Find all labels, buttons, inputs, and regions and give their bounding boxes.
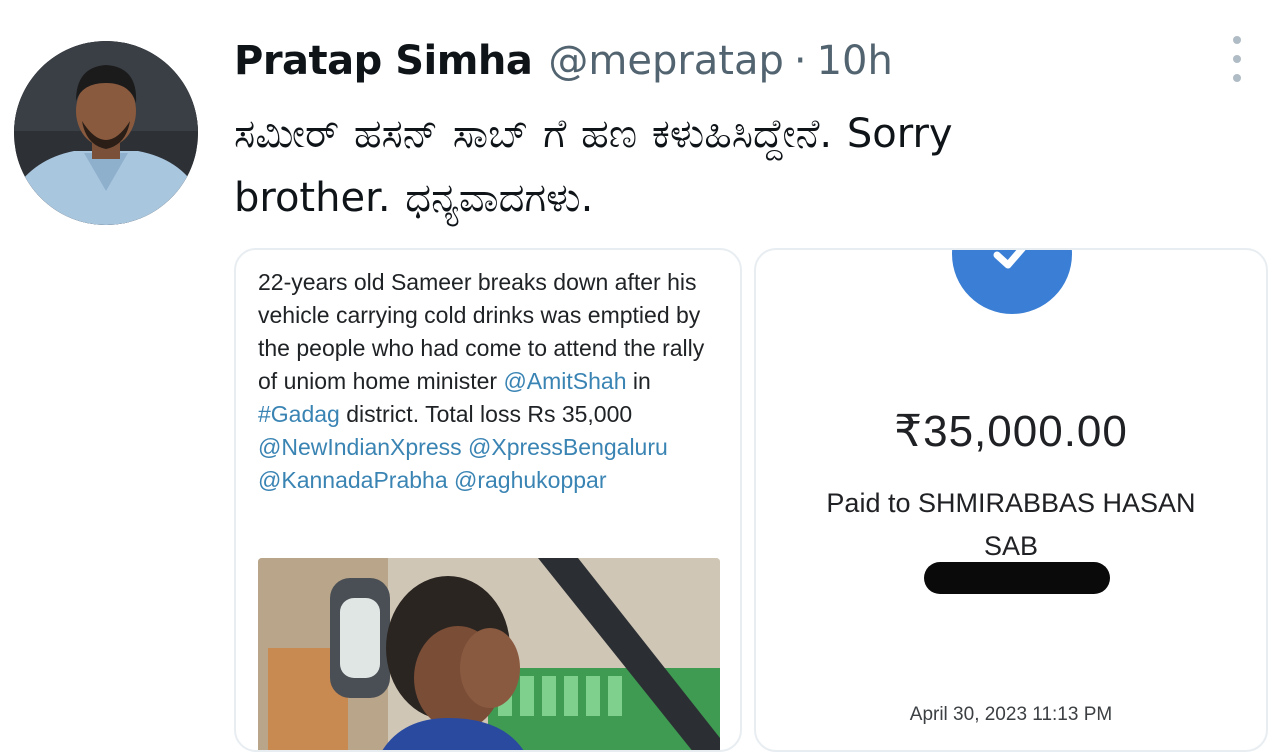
tweet-header: Pratap Simha @mepratap · 10h bbox=[234, 38, 893, 88]
more-dot bbox=[1233, 74, 1241, 82]
check-icon bbox=[952, 250, 1072, 314]
mention-link[interactable]: @NewIndianXpress bbox=[258, 434, 462, 460]
news-photo[interactable] bbox=[258, 558, 720, 750]
tweet-timestamp[interactable]: 10h bbox=[817, 38, 893, 84]
profile-avatar[interactable] bbox=[14, 41, 198, 225]
more-options-icon[interactable] bbox=[1229, 36, 1245, 82]
news-text: 22-years old Sameer breaks down after hi… bbox=[258, 266, 728, 497]
mention-link[interactable]: @AmitShah bbox=[503, 368, 626, 394]
mention-link[interactable]: @XpressBengaluru bbox=[468, 434, 668, 460]
redaction-bar bbox=[924, 562, 1110, 594]
news-body: in bbox=[626, 368, 651, 394]
separator-dot: · bbox=[793, 38, 807, 84]
tweet-text-line: brother. ಧನ್ಯವಾದಗಳು. bbox=[234, 175, 594, 221]
more-dot bbox=[1233, 55, 1241, 63]
more-dot bbox=[1233, 36, 1241, 44]
news-screenshot-card[interactable]: 22-years old Sameer breaks down after hi… bbox=[234, 248, 742, 752]
profile-photo bbox=[14, 41, 198, 225]
payment-amount: ₹35,000.00 bbox=[894, 407, 1128, 456]
user-handle[interactable]: @mepratap bbox=[548, 38, 784, 84]
mention-link[interactable]: @raghukoppar bbox=[454, 467, 607, 493]
check-mark bbox=[993, 250, 1026, 269]
news-body: district. Total loss Rs 35,000 bbox=[339, 401, 633, 427]
mention-link[interactable]: @KannadaPrabha bbox=[258, 467, 448, 493]
hashtag-link[interactable]: #Gadag bbox=[258, 401, 340, 427]
tweet-text: ಸಮೀರ್ ಹಸನ್ ಸಾಬ್ ಗೆ ಹಣ ಕಳುಹಿಸಿದ್ದೇನೆ. Sor… bbox=[234, 102, 1244, 230]
display-name[interactable]: Pratap Simha bbox=[234, 38, 533, 84]
tweet-text-line: ಸಮೀರ್ ಹಸನ್ ಸಾಬ್ ಗೆ ಹಣ ಕಳುಹಿಸಿದ್ದೇನೆ. Sor… bbox=[234, 111, 953, 157]
payee-name: Paid to SHMIRABBAS HASAN SAB bbox=[826, 488, 1196, 561]
payment-date: April 30, 2023 11:13 PM bbox=[909, 704, 1113, 725]
payment-receipt-card[interactable]: ₹35,000.00 Paid to SHMIRABBAS HASAN SAB … bbox=[754, 248, 1268, 752]
news-photo-image bbox=[258, 558, 720, 750]
